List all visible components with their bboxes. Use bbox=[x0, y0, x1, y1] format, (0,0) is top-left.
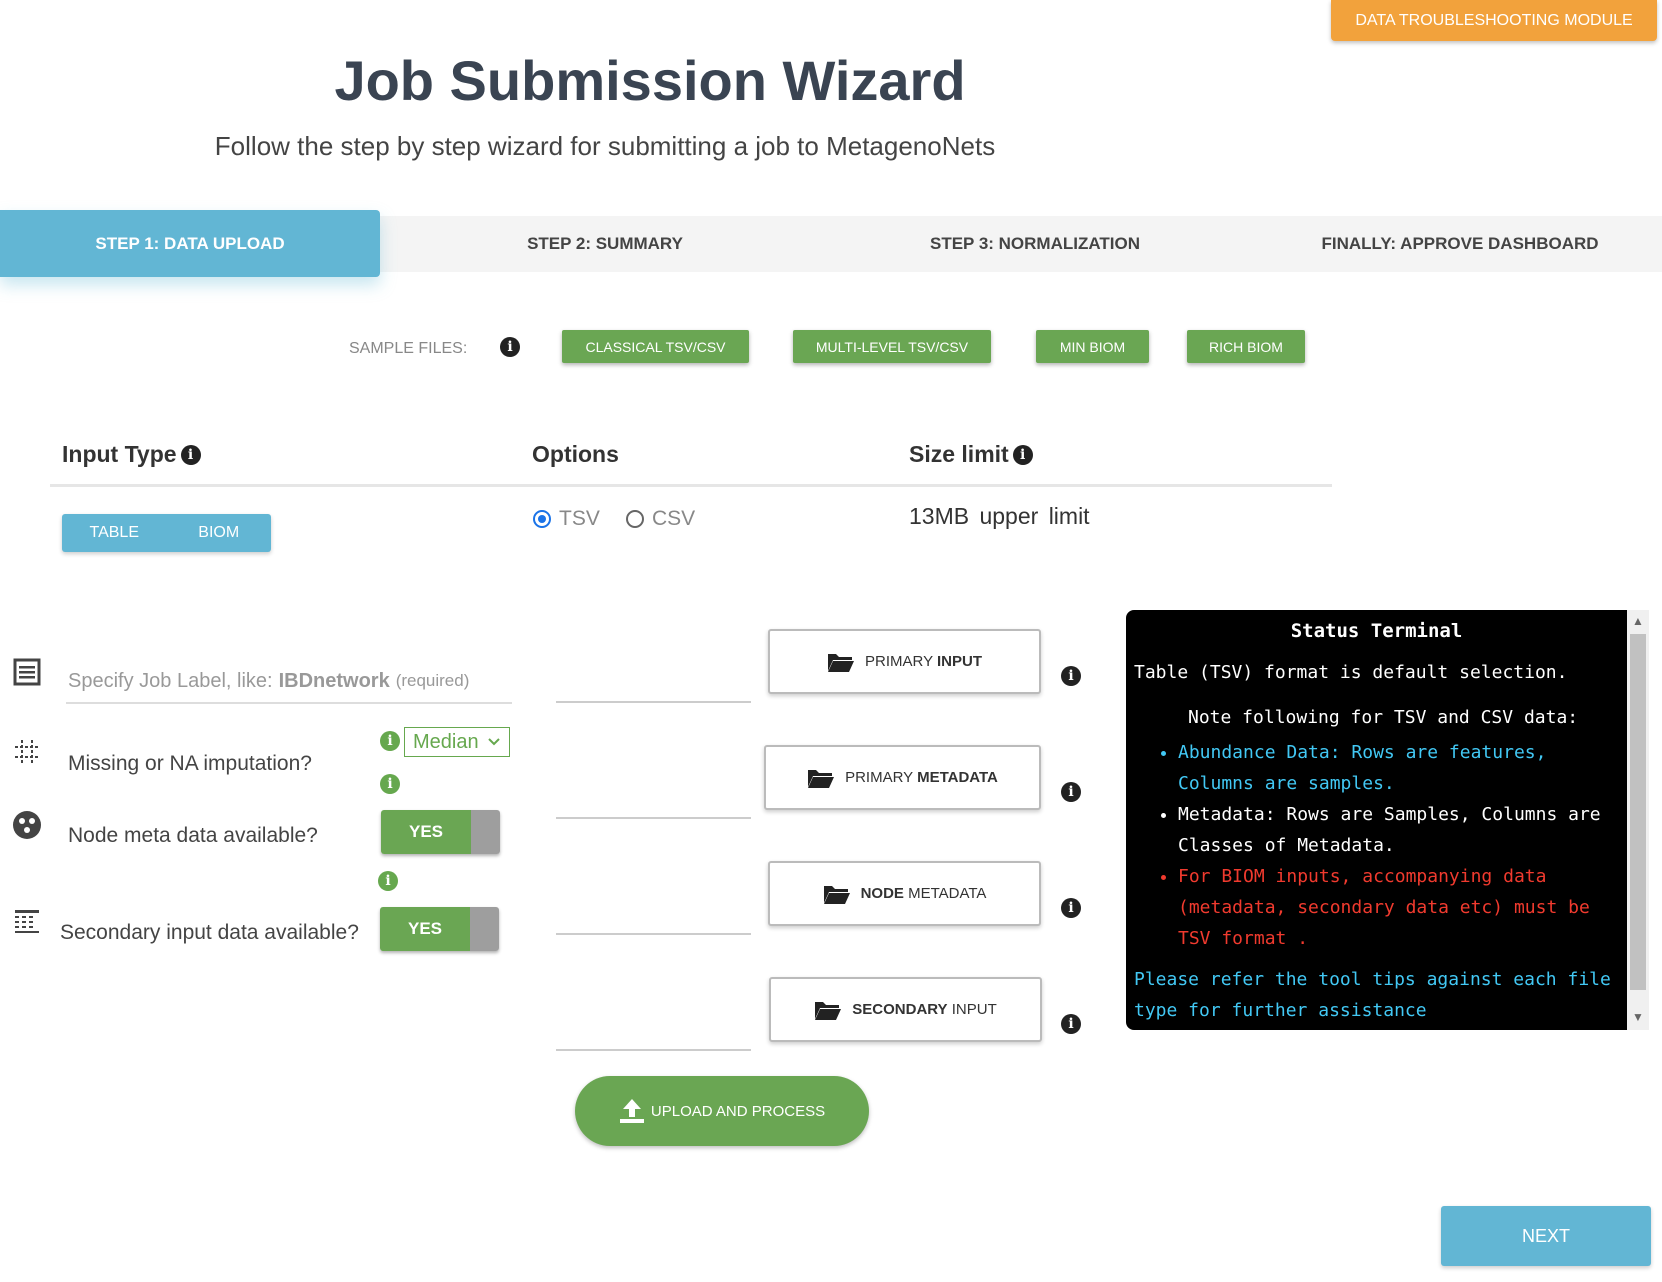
folder-open-icon bbox=[808, 769, 835, 788]
secondary-input-label: Secondary input data available? bbox=[60, 921, 359, 944]
data-troubleshooting-button[interactable]: DATA TROUBLESHOOTING MODULE bbox=[1331, 0, 1657, 41]
next-button[interactable]: NEXT bbox=[1441, 1206, 1651, 1266]
upload-icon bbox=[619, 1099, 644, 1123]
option-tsv-label: TSV bbox=[559, 507, 600, 530]
terminal-line: Table (TSV) format is default selection. bbox=[1134, 662, 1568, 683]
folder-open-icon bbox=[823, 885, 850, 904]
node-meta-switch[interactable]: YES bbox=[381, 810, 500, 854]
header-divider bbox=[50, 484, 1332, 487]
input-type-toggle: TABLE BIOM bbox=[62, 514, 271, 552]
input-type-heading: Input Type i bbox=[62, 441, 201, 468]
sample-min-biom-button[interactable]: MIN BIOM bbox=[1036, 330, 1149, 363]
status-terminal: Status Terminal Table (TSV) format is de… bbox=[1126, 610, 1627, 1030]
info-icon[interactable]: i bbox=[1061, 1014, 1081, 1034]
info-icon[interactable]: i bbox=[1061, 898, 1081, 918]
job-label-required: (required) bbox=[395, 671, 470, 690]
file-name-line bbox=[556, 701, 751, 703]
node-meta-switch-label: YES bbox=[381, 810, 471, 854]
job-label-placeholder: Specify Job Label, like: bbox=[68, 669, 273, 692]
info-icon[interactable]: i bbox=[1061, 782, 1081, 802]
missing-imputation-label: Missing or NA imputation? bbox=[68, 752, 312, 775]
node-metadata-bold: NODE bbox=[860, 885, 904, 902]
primary-input-pre: PRIMARY bbox=[865, 653, 933, 670]
sample-multilevel-button[interactable]: MULTI-LEVEL TSV/CSV bbox=[793, 330, 991, 363]
table-icon bbox=[12, 906, 42, 936]
node-metadata-button[interactable]: NODE METADATA bbox=[768, 861, 1041, 926]
file-name-line bbox=[556, 817, 751, 819]
step-data-upload[interactable]: STEP 1: DATA UPLOAD bbox=[0, 210, 380, 277]
option-tsv-radio[interactable]: TSV bbox=[533, 507, 600, 531]
sample-files-label: SAMPLE FILES: bbox=[349, 340, 468, 357]
upload-and-process-button[interactable]: UPLOAD AND PROCESS bbox=[575, 1076, 869, 1146]
info-icon[interactable]: i bbox=[1061, 666, 1081, 686]
terminal-bullets: Abundance Data: Rows are features, Colum… bbox=[1178, 737, 1619, 954]
secondary-input-button[interactable]: SECONDARY INPUT bbox=[769, 977, 1042, 1042]
node-meta-label: Node meta data available? bbox=[68, 824, 318, 847]
size-limit-text: 13MB upper limit bbox=[909, 503, 1090, 529]
imputation-select-value: Median bbox=[413, 730, 479, 753]
step-approve-dashboard[interactable]: FINALLY: APPROVE DASHBOARD bbox=[1290, 216, 1630, 272]
scroll-down-icon[interactable]: ▼ bbox=[1627, 1007, 1649, 1027]
info-icon[interactable]: i bbox=[380, 731, 400, 751]
folder-open-icon bbox=[828, 653, 854, 672]
switch-knob bbox=[471, 810, 500, 854]
radio-unchecked-icon bbox=[626, 510, 644, 528]
option-csv-label: CSV bbox=[652, 507, 696, 530]
palette-icon bbox=[12, 810, 42, 840]
secondary-input-post: INPUT bbox=[951, 1001, 997, 1018]
info-icon[interactable]: i bbox=[378, 871, 398, 891]
job-label-input[interactable]: Specify Job Label, like: IBDnetwork (req… bbox=[66, 660, 512, 704]
file-name-line bbox=[556, 1049, 751, 1051]
primary-metadata-bold: METADATA bbox=[917, 769, 998, 786]
scroll-up-icon[interactable]: ▲ bbox=[1627, 611, 1649, 631]
primary-input-bold: INPUT bbox=[936, 653, 982, 670]
primary-input-button[interactable]: PRIMARY INPUT bbox=[768, 629, 1041, 694]
secondary-input-switch[interactable]: YES bbox=[380, 907, 499, 951]
imputation-select[interactable]: Median bbox=[404, 727, 510, 757]
upload-label: UPLOAD AND PROCESS bbox=[650, 1102, 826, 1120]
input-type-heading-text: Input Type bbox=[62, 441, 177, 467]
sample-classical-button[interactable]: CLASSICAL TSV/CSV bbox=[562, 330, 749, 363]
sample-rich-biom-button[interactable]: RICH BIOM bbox=[1187, 330, 1305, 363]
terminal-title: Status Terminal bbox=[1290, 620, 1463, 642]
size-limit-heading-text: Size limit bbox=[909, 441, 1009, 467]
input-type-biom-button[interactable]: BIOM bbox=[167, 514, 272, 552]
page-subtitle: Follow the step by step wizard for submi… bbox=[214, 131, 996, 161]
job-label-example: IBDnetwork bbox=[278, 669, 390, 692]
chevron-down-icon bbox=[488, 738, 500, 746]
node-metadata-post: METADATA bbox=[908, 885, 987, 902]
secondary-switch-label: YES bbox=[380, 907, 470, 951]
info-icon[interactable]: i bbox=[1012, 444, 1033, 465]
primary-metadata-pre: PRIMARY bbox=[845, 769, 913, 786]
input-type-table-button[interactable]: TABLE bbox=[62, 514, 167, 552]
grid-icon bbox=[12, 737, 42, 767]
size-limit-heading: Size limit i bbox=[909, 441, 1033, 468]
terminal-bullet: For BIOM inputs, accompanying data (meta… bbox=[1178, 861, 1619, 954]
info-icon[interactable]: i bbox=[500, 337, 520, 357]
option-csv-radio[interactable]: CSV bbox=[626, 507, 695, 531]
terminal-scroll-thumb[interactable] bbox=[1630, 634, 1646, 990]
list-icon bbox=[12, 657, 42, 687]
secondary-input-bold: SECONDARY bbox=[852, 1001, 948, 1018]
terminal-bullet: Metadata: Rows are Samples, Columns are … bbox=[1178, 799, 1619, 861]
info-icon[interactable]: i bbox=[380, 774, 400, 794]
step-summary[interactable]: STEP 2: SUMMARY bbox=[430, 216, 780, 272]
primary-metadata-button[interactable]: PRIMARY METADATA bbox=[764, 745, 1041, 810]
terminal-bullet: Abundance Data: Rows are features, Colum… bbox=[1178, 737, 1619, 799]
switch-knob bbox=[470, 907, 499, 951]
terminal-footer: Please refer the tool tips against each … bbox=[1134, 969, 1611, 1021]
file-name-line bbox=[556, 933, 751, 935]
terminal-note: Note following for TSV and CSV data: bbox=[1188, 707, 1579, 728]
step-normalization[interactable]: STEP 3: NORMALIZATION bbox=[860, 216, 1210, 272]
options-heading: Options bbox=[532, 441, 619, 467]
folder-open-icon bbox=[815, 1001, 842, 1020]
page-title: Job Submission Wizard bbox=[334, 49, 966, 112]
radio-checked-icon bbox=[533, 510, 551, 528]
info-icon[interactable]: i bbox=[180, 444, 201, 465]
